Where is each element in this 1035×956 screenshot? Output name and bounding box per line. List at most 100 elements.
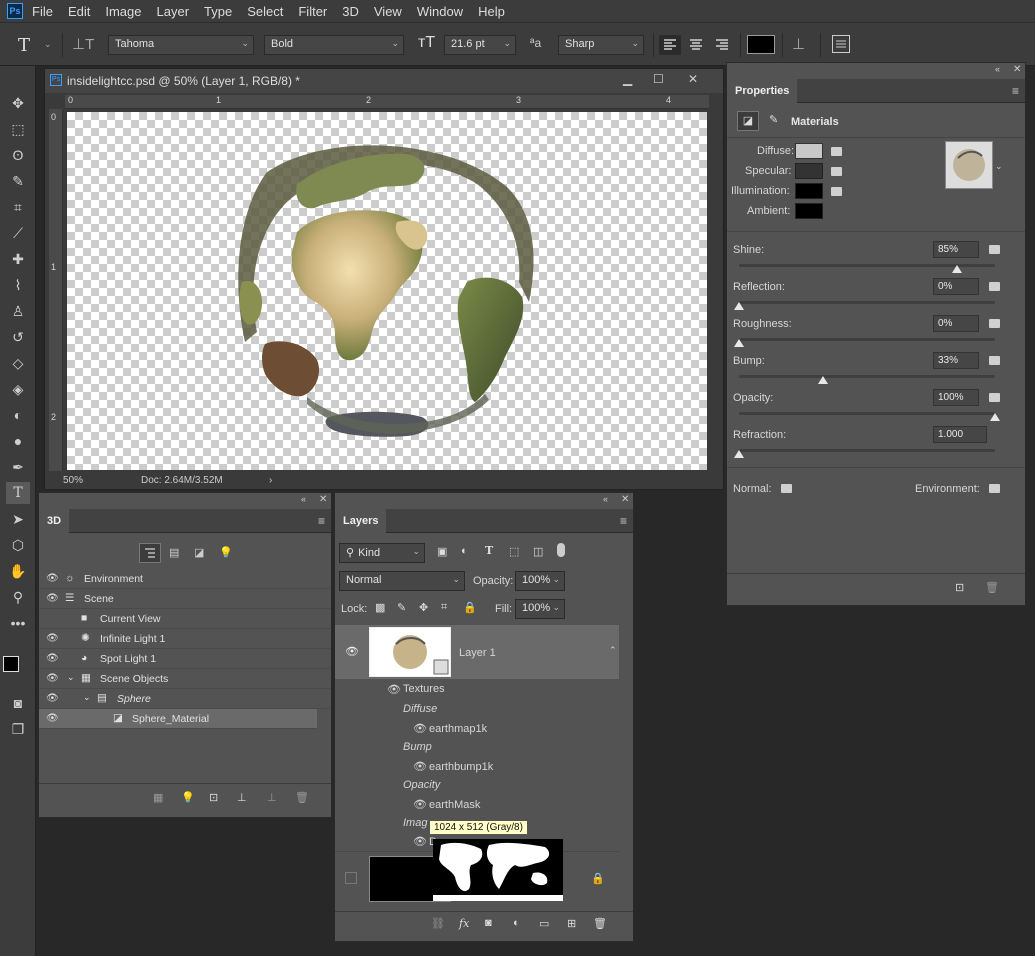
tab-properties[interactable]: Properties [727,79,798,103]
shape-filter-icon[interactable]: ⬚ [509,545,519,558]
link-layers-icon[interactable]: ⛓ [431,917,445,930]
menu-layer[interactable]: Layer [157,4,190,19]
new-group-icon[interactable]: ▭ [539,917,549,930]
lock-pixels-icon[interactable]: ✎ [397,601,406,614]
specular-swatch[interactable] [795,163,823,179]
roughness-slider[interactable] [739,338,995,341]
font-size-select[interactable]: 21.6 pt ⌄ [444,35,516,55]
menu-filter[interactable]: Filter [298,4,327,19]
font-style-select[interactable]: Bold ⌄ [264,35,404,55]
adjustment-filter-icon[interactable]: ◐ [461,545,468,557]
zoom-tool-icon[interactable]: ⚲ [6,586,30,608]
lock-transparent-icon[interactable]: ▩ [375,601,385,614]
menu-view[interactable]: View [374,4,402,19]
chevron-down-icon[interactable]: ⌄ [44,39,52,50]
quick-mask-icon[interactable]: ◙ [6,692,30,714]
shine-field[interactable]: 85% [933,241,979,258]
materials-filter-icon[interactable]: ◪ [194,546,204,559]
visibility-eye-icon[interactable]: 👁 [46,573,59,584]
lasso-tool-icon[interactable]: ʘ [6,144,30,166]
zoom-level[interactable]: 50% [63,475,83,486]
layer-row-layer-1[interactable]: 👁 Layer 1 ⌃ [335,625,619,679]
healing-brush-tool-icon[interactable]: ✚ [6,248,30,270]
close-icon[interactable]: ✕ [319,494,327,505]
eraser-tool-icon[interactable]: ◇ [6,352,30,374]
delete-icon[interactable]: 🗑 [985,581,999,594]
visibility-toggle[interactable] [345,872,357,884]
foreground-color-swatch[interactable] [3,656,19,672]
blur-tool-icon[interactable]: ◐ [6,404,30,426]
expand-arrow-icon[interactable]: ⌄ [83,692,91,703]
warp-text-icon[interactable]: ⊥ [792,35,805,53]
layer-name[interactable]: Layer 1 [459,647,496,659]
clone-stamp-tool-icon[interactable]: ♙ [6,300,30,322]
opacity-field[interactable]: 100% ⌄ [515,571,565,591]
lights-filter-icon[interactable]: 💡 [219,546,233,559]
new-adjustment-icon[interactable]: ◐ [513,917,520,929]
opacity-slider[interactable] [739,412,995,415]
visibility-eye-icon[interactable]: 👁 [46,713,59,724]
refraction-slider[interactable] [739,449,995,452]
refraction-field[interactable]: 1.000 [933,426,987,443]
marquee-tool-icon[interactable]: ⬚ [6,118,30,140]
new-layer-icon[interactable]: ⊞ [567,917,576,930]
font-family-select[interactable]: Tahoma ⌄ [108,35,254,55]
menu-edit[interactable]: Edit [68,4,90,19]
brush-tool-icon[interactable]: ⌇ [6,274,30,296]
smart-object-filter-icon[interactable]: ◫ [533,545,543,558]
new-light-icon[interactable]: 💡 [181,791,195,804]
menu-image[interactable]: Image [105,4,141,19]
status-menu-arrow-icon[interactable]: › [269,475,272,486]
tab-layers[interactable]: Layers [335,509,387,533]
bump-slider-thumb[interactable] [818,376,829,384]
hand-tool-icon[interactable]: ✋ [6,560,30,582]
ground-icon[interactable]: ⊥ [237,791,247,804]
folder-icon[interactable] [831,167,842,176]
dodge-tool-icon[interactable]: ● [6,430,30,452]
character-panel-icon[interactable] [832,35,850,53]
fx-icon[interactable]: fx [459,917,469,930]
text-color-swatch[interactable] [747,35,775,54]
scene-row-scene[interactable]: 👁 ☰ Scene [39,589,331,609]
add-constraint-icon[interactable]: ⊥ [267,791,277,804]
folder-icon[interactable] [831,147,842,156]
lock-all-icon[interactable]: 🔒 [463,601,477,614]
scene-row-current-view[interactable]: ■ Current View [39,609,331,629]
collapse-icon[interactable]: « [995,64,1000,74]
canvas[interactable] [67,112,707,470]
visibility-eye-icon[interactable]: 👁 [387,683,401,696]
visibility-eye-icon[interactable]: 👁 [413,798,427,811]
collapse-icon[interactable]: « [301,494,306,504]
shine-slider-thumb[interactable] [951,265,962,273]
pixel-filter-icon[interactable]: ▣ [437,545,447,558]
whole-scene-filter-icon[interactable] [139,543,161,563]
type-tool-icon[interactable]: T [18,35,30,56]
diffuse-swatch[interactable] [795,143,823,159]
visibility-eye-icon[interactable]: 👁 [413,722,427,735]
opacity-slider-thumb[interactable] [990,413,1000,421]
reflection-slider[interactable] [739,301,995,304]
lock-position-icon[interactable]: ✥ [419,601,428,614]
visibility-eye-icon[interactable]: 👁 [345,645,359,658]
delete-icon[interactable]: 🗑 [295,791,309,804]
paint-bucket-tool-icon[interactable]: ◈ [6,378,30,400]
scene-row-environment[interactable]: 👁 ☼ Environment [39,569,331,589]
add-mask-icon[interactable]: ◙ [485,917,492,929]
reflection-field[interactable]: 0% [933,278,979,295]
scene-row-spot-light[interactable]: 👁 ◕ Spot Light 1 [39,649,331,669]
type-tool-icon[interactable]: T [6,482,30,504]
align-left-button[interactable] [659,35,681,55]
crop-tool-icon[interactable]: ⌗ [6,196,30,218]
texture-icon[interactable] [989,356,1000,365]
collapse-arrow-icon[interactable]: ⌃ [609,645,617,656]
visibility-eye-icon[interactable]: 👁 [413,760,427,773]
toggle-orientation-icon[interactable]: ⊥T [72,35,94,53]
folder-icon[interactable] [781,484,792,493]
menu-window[interactable]: Window [417,4,463,19]
render-material-icon[interactable]: ⊡ [955,581,964,594]
filter-kind-select[interactable]: ⚲ Kind ⌄ [339,543,425,563]
document-tab[interactable]: Ps insidelightcc.psd @ 50% (Layer 1, RGB… [45,69,723,93]
eyedropper-tool-icon[interactable]: ⟋ [6,222,30,244]
path-selection-tool-icon[interactable]: ➤ [6,508,30,530]
filter-toggle[interactable] [557,543,565,557]
